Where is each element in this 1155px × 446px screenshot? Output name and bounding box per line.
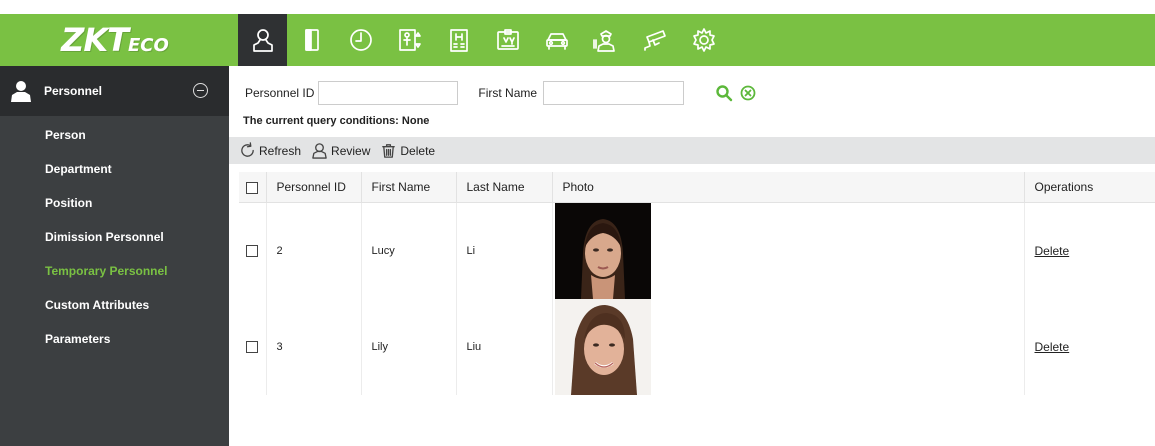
clear-icon xyxy=(740,85,756,101)
query-conditions: The current query conditions: None xyxy=(243,115,429,127)
zkteco-logo: ZKTECO xyxy=(0,14,230,66)
refresh-label: Refresh xyxy=(259,143,302,158)
trash-icon xyxy=(382,144,396,158)
personnel-id-label: Personnel ID xyxy=(245,86,315,100)
row-checkbox[interactable] xyxy=(246,244,259,257)
query-conditions-value: None xyxy=(401,115,430,127)
module-attendance[interactable] xyxy=(336,14,385,66)
row-select-cell xyxy=(239,202,267,299)
personnel-icon xyxy=(252,29,273,52)
sidebar-item-temporary-personnel[interactable]: Temporary Personnel xyxy=(0,260,229,294)
table-row: 3 Lily Liu Delete xyxy=(239,298,1155,395)
operations-cell: Delete xyxy=(1024,299,1155,395)
logo-main-text: ZKT xyxy=(61,21,129,59)
refresh-icon xyxy=(241,142,254,157)
column-header-last-name[interactable]: Last Name xyxy=(456,172,553,203)
table-header-row: Personnel ID First Name Last Name Photo … xyxy=(239,172,1155,203)
first-name-label: First Name xyxy=(478,86,538,100)
module-personnel[interactable] xyxy=(238,14,287,66)
review-button[interactable]: Review xyxy=(311,142,370,159)
search-button[interactable] xyxy=(714,83,734,103)
visitor-card-icon xyxy=(496,29,519,50)
personnel-id-cell: 2 xyxy=(266,202,362,299)
patrol-guard-icon xyxy=(592,30,615,52)
parking-car-icon xyxy=(545,33,568,50)
module-tabs xyxy=(238,14,728,66)
video-camera-icon xyxy=(643,30,666,51)
toolbar: Refresh Review Delete xyxy=(229,137,1155,164)
sidebar-item-dimission-personnel[interactable]: Dimission Personnel xyxy=(0,226,229,260)
sidebar-header[interactable]: Personnel xyxy=(0,66,229,116)
module-patrol[interactable] xyxy=(581,14,630,66)
photo-cell xyxy=(552,298,1025,395)
logo-tail-text: ECO xyxy=(128,35,169,56)
select-all-checkbox[interactable] xyxy=(246,181,259,194)
review-label: Review xyxy=(331,143,371,158)
person-photo xyxy=(554,202,651,299)
row-select-cell xyxy=(239,298,267,395)
photo-cell xyxy=(552,202,1025,299)
search-icon xyxy=(716,85,733,102)
sidebar-item-parameters[interactable]: Parameters xyxy=(0,328,229,362)
person-photo xyxy=(554,298,651,395)
module-access[interactable] xyxy=(287,14,336,66)
main-content: Personnel ID First Name The current quer… xyxy=(229,66,1155,446)
access-door-icon xyxy=(304,29,319,51)
personnel-id-input[interactable] xyxy=(318,81,459,105)
column-header-operations: Operations xyxy=(1024,172,1155,203)
review-person-icon xyxy=(312,143,327,159)
column-header-first-name[interactable]: First Name xyxy=(361,172,457,203)
delete-label: Delete xyxy=(400,143,436,158)
first-name-cell: Lucy xyxy=(361,202,457,299)
delete-button[interactable]: Delete xyxy=(380,142,435,159)
first-name-cell: Lily xyxy=(361,298,457,395)
module-elevator[interactable] xyxy=(385,14,434,66)
sidebar: Personnel Person Department Position Dim… xyxy=(0,66,229,446)
personnel-table: Personnel ID First Name Last Name Photo … xyxy=(239,172,1155,395)
sidebar-item-custom-attributes[interactable]: Custom Attributes xyxy=(0,294,229,328)
module-system[interactable] xyxy=(679,14,728,66)
row-checkbox[interactable] xyxy=(246,340,259,353)
personnel-id-cell: 3 xyxy=(266,298,362,395)
user-icon xyxy=(11,81,31,102)
refresh-button[interactable]: Refresh xyxy=(239,142,301,159)
sidebar-item-person[interactable]: Person xyxy=(0,124,229,158)
delete-link[interactable]: Delete xyxy=(1035,340,1070,354)
operations-cell: Delete xyxy=(1024,202,1155,299)
table-row: 2 Lucy Li Delete xyxy=(239,202,1155,299)
sidebar-item-position[interactable]: Position xyxy=(0,192,229,226)
sidebar-menu: Person Department Position Dimission Per… xyxy=(0,116,229,362)
top-navigation-bar: ZKTECO xyxy=(0,14,1155,66)
system-gear-icon xyxy=(692,28,715,52)
module-video[interactable] xyxy=(630,14,679,66)
column-header-personnel-id[interactable]: Personnel ID xyxy=(266,172,362,203)
first-name-input[interactable] xyxy=(543,81,685,105)
clear-query-button[interactable] xyxy=(738,83,758,103)
query-bar: Personnel ID First Name xyxy=(229,79,1155,107)
sidebar-item-department[interactable]: Department xyxy=(0,158,229,192)
attendance-clock-icon xyxy=(349,29,372,51)
module-hotel[interactable] xyxy=(434,14,483,66)
last-name-cell: Liu xyxy=(456,298,553,395)
last-name-cell: Li xyxy=(456,202,553,299)
hotel-icon xyxy=(449,29,468,52)
select-all-cell xyxy=(239,172,267,203)
module-visitor[interactable] xyxy=(483,14,532,66)
delete-link[interactable]: Delete xyxy=(1035,244,1070,258)
column-header-photo: Photo xyxy=(552,172,1025,203)
elevator-icon xyxy=(398,29,421,51)
sidebar-title: Personnel xyxy=(44,84,103,98)
module-parking[interactable] xyxy=(532,14,581,66)
collapse-icon[interactable] xyxy=(193,83,208,98)
query-conditions-label: The current query conditions: xyxy=(243,115,399,127)
